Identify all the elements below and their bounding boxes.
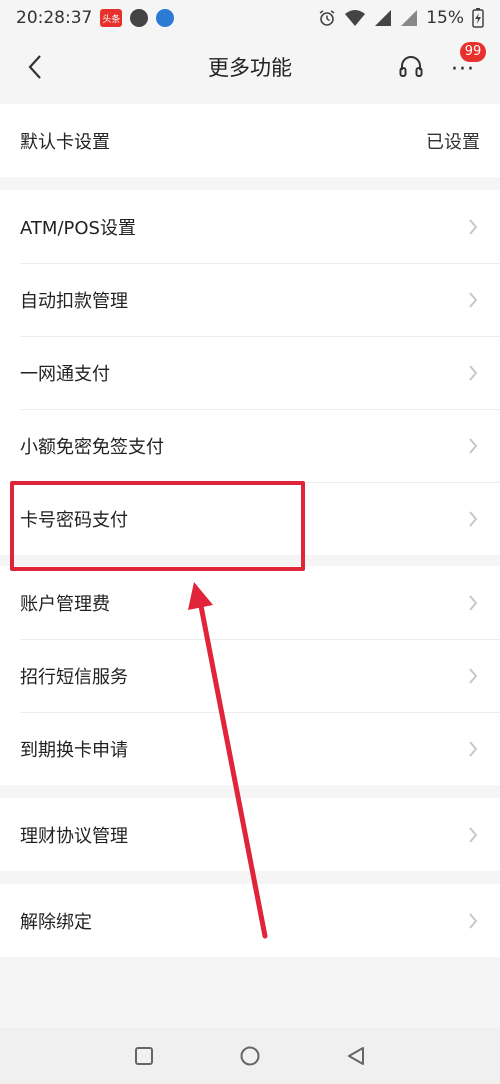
chevron-right-icon xyxy=(466,216,480,238)
page-title: 更多功能 xyxy=(208,56,292,80)
home-button[interactable] xyxy=(232,1038,268,1074)
chevron-right-icon xyxy=(466,289,480,311)
more-dots-icon: ··· xyxy=(451,57,475,82)
chevron-right-icon xyxy=(466,435,480,457)
unbind-section: 解除绑定 xyxy=(0,884,500,957)
battery-charging-icon xyxy=(472,8,484,28)
notification-app-icon xyxy=(130,9,149,27)
alarm-icon xyxy=(319,10,335,26)
account-management-fee-row[interactable]: 账户管理费 xyxy=(0,566,500,639)
default-card-section: 默认卡设置 已设置 xyxy=(0,104,500,177)
small-amount-password-free-row[interactable]: 小额免密免签支付 xyxy=(0,409,500,482)
customer-service-button[interactable] xyxy=(394,50,428,84)
row-value: 已设置 xyxy=(426,131,480,153)
message-count-badge: 99 xyxy=(460,42,486,62)
account-services-section: 账户管理费 招行短信服务 到期换卡申请 xyxy=(0,566,500,785)
chevron-right-icon xyxy=(466,665,480,687)
atm-pos-setting-row[interactable]: ATM/POS设置 xyxy=(0,190,500,263)
signal-secondary-icon xyxy=(401,10,418,26)
row-label: 解除绑定 xyxy=(20,911,92,933)
chevron-right-icon xyxy=(466,508,480,530)
battery-level: 15% xyxy=(426,8,464,28)
chevron-right-icon xyxy=(466,824,480,846)
back-nav-button[interactable] xyxy=(338,1038,374,1074)
sms-service-row[interactable]: 招行短信服务 xyxy=(0,639,500,712)
status-time: 20:28:37 xyxy=(16,8,93,28)
row-label: 一网通支付 xyxy=(20,363,110,385)
row-label: 自动扣款管理 xyxy=(20,290,128,312)
chevron-left-icon xyxy=(28,55,41,79)
chevron-right-icon xyxy=(466,592,480,614)
toutiao-app-icon: 头条 xyxy=(100,9,123,27)
one-net-pay-row[interactable]: 一网通支付 xyxy=(0,336,500,409)
screen: 20:28:37 头条 15% 更多功能 ··· 99 默认卡设置 已设置 AT… xyxy=(0,0,500,1084)
headset-icon xyxy=(399,56,423,77)
wealth-agreement-management-row[interactable]: 理财协议管理 xyxy=(0,798,500,871)
row-label: ATM/POS设置 xyxy=(20,217,136,239)
row-label: 账户管理费 xyxy=(20,593,110,615)
circle-icon xyxy=(240,1046,260,1066)
card-number-password-pay-row[interactable]: 卡号密码支付 xyxy=(0,482,500,555)
chevron-right-icon xyxy=(466,910,480,932)
chevron-right-icon xyxy=(466,362,480,384)
signal-icon xyxy=(375,10,392,26)
wifi-icon xyxy=(345,10,366,26)
system-navigation-bar xyxy=(0,1028,500,1084)
row-label: 默认卡设置 xyxy=(20,131,110,153)
status-bar: 20:28:37 头条 15% xyxy=(0,0,500,36)
recent-apps-button[interactable] xyxy=(126,1038,162,1074)
auto-debit-management-row[interactable]: 自动扣款管理 xyxy=(0,263,500,336)
top-app-bar: 更多功能 ··· xyxy=(0,36,500,98)
row-label: 小额免密免签支付 xyxy=(20,436,164,458)
triangle-back-icon xyxy=(348,1047,364,1065)
row-label: 招行短信服务 xyxy=(20,666,128,688)
row-label: 到期换卡申请 xyxy=(20,739,128,761)
browser-app-icon xyxy=(156,9,175,27)
row-label: 卡号密码支付 xyxy=(20,509,128,531)
square-icon xyxy=(135,1047,153,1065)
chevron-right-icon xyxy=(466,738,480,760)
payment-settings-section: ATM/POS设置 自动扣款管理 一网通支付 小额免密免签支付 卡号密码支付 xyxy=(0,190,500,555)
default-card-setting-row[interactable]: 默认卡设置 已设置 xyxy=(0,104,500,177)
wealth-agreement-section: 理财协议管理 xyxy=(0,798,500,871)
back-button[interactable] xyxy=(20,52,50,82)
card-renewal-request-row[interactable]: 到期换卡申请 xyxy=(0,712,500,785)
status-indicators: 15% xyxy=(318,8,484,28)
unbind-row[interactable]: 解除绑定 xyxy=(0,884,500,957)
row-label: 理财协议管理 xyxy=(20,825,128,847)
